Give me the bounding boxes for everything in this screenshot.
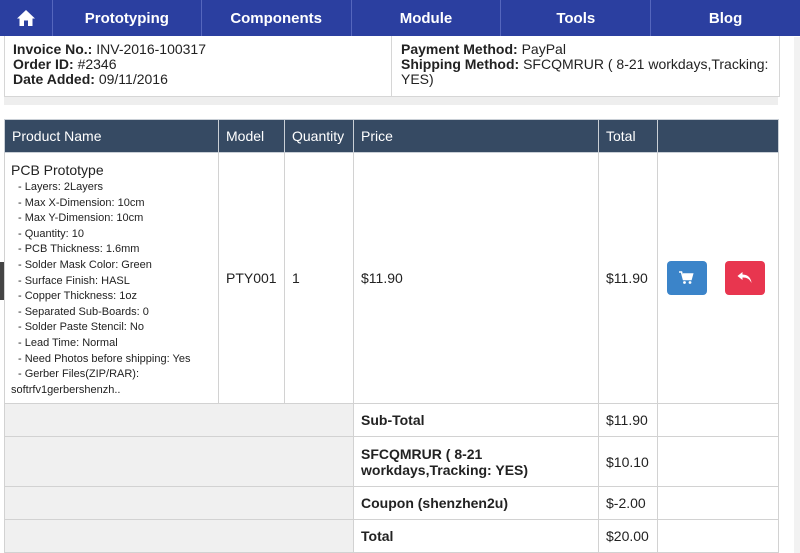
shipping-spacer xyxy=(4,436,354,487)
table-header-row: Product Name Model Quantity Price Total xyxy=(4,119,779,153)
subtotal-spacer xyxy=(4,403,354,437)
quantity-cell: 1 xyxy=(284,152,354,404)
option-thickness: - PCB Thickness: 1.6mm xyxy=(18,243,140,256)
left-edge-marker xyxy=(0,262,4,300)
date-added-value: 09/11/2016 xyxy=(98,71,168,87)
total-spacer xyxy=(4,519,354,553)
coupon-row: Coupon (shenzhen2u) $-2.00 xyxy=(4,486,779,520)
option-gerber: - Gerber Files(ZIP/RAR): xyxy=(18,368,140,381)
option-quantity: - Quantity: 10 xyxy=(18,227,85,240)
header-actions xyxy=(657,119,779,153)
order-info-panel: Invoice No.: INV-2016-100317 Order ID: #… xyxy=(4,36,780,97)
table-row: PCB Prototype - Layers: 2Layers - Max X-… xyxy=(4,152,779,404)
info-divider xyxy=(391,36,392,96)
home-icon xyxy=(16,10,35,26)
nav-item-tools[interactable]: Tools xyxy=(501,0,652,36)
nav-item-module[interactable]: Module xyxy=(352,0,502,36)
header-product-name: Product Name xyxy=(4,119,219,153)
option-copper-thickness: - Copper Thickness: 1oz xyxy=(18,290,138,303)
order-products-table: Product Name Model Quantity Price Total … xyxy=(4,119,779,553)
nav-item-prototyping[interactable]: Prototyping xyxy=(53,0,202,36)
date-added-label: Date Added: xyxy=(13,71,95,87)
return-button[interactable] xyxy=(725,261,765,295)
coupon-label: Coupon (shenzhen2u) xyxy=(353,486,599,520)
invoice-label: Invoice No.: xyxy=(13,41,93,57)
shipping-label: SFCQMRUR ( 8-21 workdays,Tracking: YES) xyxy=(353,436,599,487)
product-name-cell: PCB Prototype - Layers: 2Layers - Max X-… xyxy=(4,152,219,404)
actions-cell xyxy=(657,152,779,404)
total-cell: $11.90 xyxy=(598,152,658,404)
nav-item-blog[interactable]: Blog xyxy=(651,0,800,36)
subtotal-empty xyxy=(657,403,779,437)
option-sub-boards: - Separated Sub-Boards: 0 xyxy=(18,305,149,318)
payment-method-label: Payment Method: xyxy=(401,41,518,57)
section-spacer xyxy=(4,97,778,105)
subtotal-label: Sub-Total xyxy=(353,403,599,437)
gerber-file-name: softrfv1gerbershenzh.. xyxy=(11,383,121,396)
top-navigation: Prototyping Components Module Tools Blog xyxy=(0,0,800,36)
return-arrow-icon xyxy=(737,272,752,283)
nav-item-components[interactable]: Components xyxy=(202,0,352,36)
order-id-value: #2346 xyxy=(77,56,117,72)
coupon-value: $-2.00 xyxy=(598,486,658,520)
order-id-row: Order ID: #2346 xyxy=(13,57,383,72)
option-max-x: - Max X-Dimension: 10cm xyxy=(18,196,145,209)
subtotal-value: $11.90 xyxy=(598,403,658,437)
option-lead-time: - Lead Time: Normal xyxy=(18,336,118,349)
model-cell: PTY001 xyxy=(218,152,285,404)
option-stencil: - Solder Paste Stencil: No xyxy=(18,321,144,334)
order-id-label: Order ID: xyxy=(13,56,74,72)
option-surface-finish: - Surface Finish: HASL xyxy=(18,274,130,287)
total-row: Total $20.00 xyxy=(4,519,779,553)
payment-method-row: Payment Method: PayPal xyxy=(401,42,771,57)
header-quantity: Quantity xyxy=(284,119,354,153)
total-value: $20.00 xyxy=(598,519,658,553)
option-max-y: - Max Y-Dimension: 10cm xyxy=(18,212,144,225)
invoice-row: Invoice No.: INV-2016-100317 xyxy=(13,42,383,57)
coupon-empty xyxy=(657,486,779,520)
nav-home-button[interactable] xyxy=(0,0,53,36)
total-empty xyxy=(657,519,779,553)
product-name: PCB Prototype xyxy=(11,162,104,178)
reorder-button[interactable] xyxy=(667,261,707,295)
option-layers: - Layers: 2Layers xyxy=(18,181,103,193)
invoice-value: INV-2016-100317 xyxy=(96,41,207,57)
date-added-row: Date Added: 09/11/2016 xyxy=(13,72,383,87)
shipping-row: SFCQMRUR ( 8-21 workdays,Tracking: YES) … xyxy=(4,436,779,487)
order-info-left: Invoice No.: INV-2016-100317 Order ID: #… xyxy=(13,42,383,87)
order-info-right: Payment Method: PayPal Shipping Method: … xyxy=(401,42,771,87)
price-cell: $11.90 xyxy=(353,152,599,404)
shipping-value: $10.10 xyxy=(598,436,658,487)
coupon-spacer xyxy=(4,486,354,520)
shipping-method-row: Shipping Method: SFCQMRUR ( 8-21 workday… xyxy=(401,57,771,87)
payment-method-value: PayPal xyxy=(521,41,566,57)
page-scrollbar[interactable] xyxy=(794,37,800,553)
shipping-method-label: Shipping Method: xyxy=(401,56,520,72)
total-label: Total xyxy=(353,519,599,553)
header-total: Total xyxy=(598,119,658,153)
shipping-empty xyxy=(657,436,779,487)
header-model: Model xyxy=(218,119,285,153)
option-photos: - Need Photos before shipping: Yes xyxy=(18,352,191,365)
header-price: Price xyxy=(353,119,599,153)
subtotal-row: Sub-Total $11.90 xyxy=(4,403,779,437)
cart-icon xyxy=(679,271,694,284)
option-solder-mask: - Solder Mask Color: Green xyxy=(18,258,152,271)
